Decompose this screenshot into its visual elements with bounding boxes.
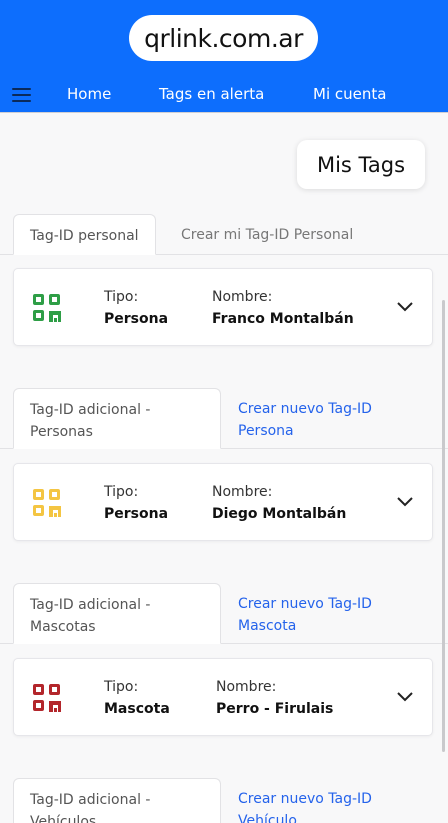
top-header: qrlink.com.ar Home Tags en alerta Mi cue… [0, 0, 448, 113]
nav-tags-en-alerta[interactable]: Tags en alerta [159, 85, 264, 103]
tag-card[interactable]: Tipo: Persona Nombre: Franco Montalbán [13, 268, 433, 346]
crear-tag-mascota-link[interactable]: Crear nuevo Tag-ID Mascota [222, 583, 388, 647]
tab-tag-id-personal[interactable]: Tag-ID personal [13, 214, 156, 255]
nombre-label: Nombre: [212, 289, 273, 305]
nombre-value: Perro - Firulais [216, 701, 334, 717]
chevron-down-icon[interactable] [395, 299, 415, 313]
nombre-value: Franco Montalbán [212, 311, 354, 327]
tipo-label: Tipo: [104, 289, 139, 305]
tipo-label: Tipo: [104, 484, 139, 500]
menu-icon[interactable] [12, 88, 31, 103]
nombre-label: Nombre: [216, 679, 277, 695]
page-title: Mis Tags [297, 140, 425, 189]
tipo-value: Persona [104, 311, 169, 327]
nav-mi-cuenta[interactable]: Mi cuenta [313, 85, 386, 103]
crear-tag-vehiculo-link[interactable]: Crear nuevo Tag-ID Vehículo [222, 778, 388, 823]
tipo-label: Tipo: [104, 679, 139, 695]
qr-code-icon [33, 294, 61, 322]
chevron-down-icon[interactable] [395, 689, 415, 703]
qr-code-icon [33, 684, 61, 712]
tab-tag-id-adicional-personas[interactable]: Tag-ID adicional - Personas [13, 388, 221, 449]
site-logo[interactable]: qrlink.com.ar [129, 15, 318, 61]
nav-home[interactable]: Home [67, 85, 111, 103]
tipo-value: Persona [104, 506, 169, 522]
tipo-value: Mascota [104, 701, 170, 717]
tag-card[interactable]: Tipo: Persona Nombre: Diego Montalbán [13, 463, 433, 541]
scrollbar[interactable] [442, 300, 445, 752]
qr-code-icon [33, 489, 61, 517]
tab-tag-id-adicional-vehiculos[interactable]: Tag-ID adicional - Vehículos [13, 778, 221, 823]
tab-crear-tag-id-personal[interactable]: Crear mi Tag-ID Personal [165, 214, 369, 256]
chevron-down-icon[interactable] [395, 494, 415, 508]
tag-card[interactable]: Tipo: Mascota Nombre: Perro - Firulais [13, 658, 433, 736]
nombre-value: Diego Montalbán [212, 506, 347, 522]
tab-tag-id-adicional-mascotas[interactable]: Tag-ID adicional - Mascotas [13, 583, 221, 644]
nombre-label: Nombre: [212, 484, 273, 500]
crear-tag-persona-link[interactable]: Crear nuevo Tag-ID Persona [222, 388, 388, 452]
